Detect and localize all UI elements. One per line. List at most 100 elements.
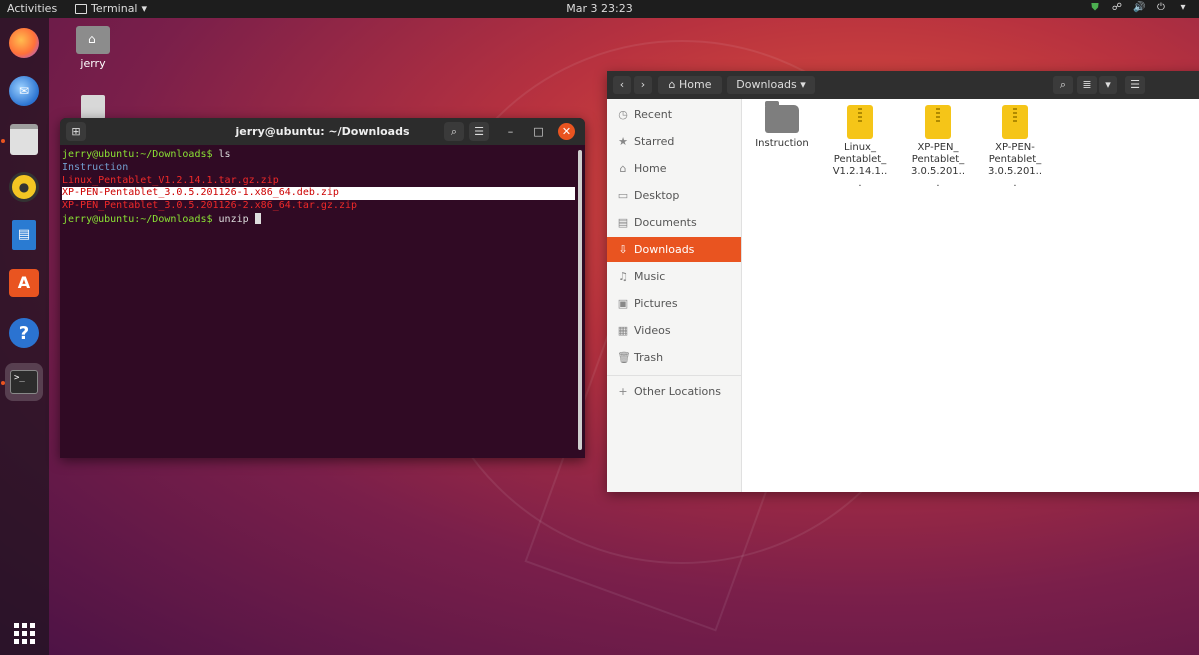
menu-button[interactable]: ☰	[1125, 76, 1145, 94]
sidebar-item-starred[interactable]: ★ Starred	[607, 129, 741, 154]
list-view-icon: ≣	[1082, 78, 1092, 91]
network-icon[interactable]: ☍	[1111, 2, 1123, 14]
sidebar-item-label: Starred	[634, 135, 675, 148]
sidebar-item-music[interactable]: ♫ Music	[607, 264, 741, 289]
plus-icon: +	[618, 385, 628, 398]
file-name: XP-PEN_ Pentablet_ 3.0.5.201...	[910, 142, 966, 189]
terminal-window[interactable]: ⊞ jerry@ubuntu: ~/Downloads ⌕ ☰ – □ ✕ je…	[60, 118, 585, 458]
downloads-icon: ⇩	[618, 243, 628, 256]
system-tray[interactable]: ⛊ ☍ 🔊 ⏻ ▾	[1089, 2, 1189, 14]
sidebar-item-label: Other Locations	[634, 385, 721, 398]
sidebar-item-label: Music	[634, 270, 666, 283]
terminal-scrollbar[interactable]	[578, 150, 582, 450]
path-current-button[interactable]: Downloads ▾	[727, 76, 815, 94]
sidebar-divider	[607, 375, 741, 376]
sidebar-item-downloads[interactable]: ⇩ Downloads	[607, 237, 741, 262]
sidebar-item-desktop[interactable]: ▭ Desktop	[607, 183, 741, 208]
dock-software[interactable]: A	[5, 264, 43, 302]
clock-icon: ◷	[618, 108, 628, 121]
view-options-button[interactable]: ▾	[1099, 76, 1117, 94]
sidebar-item-label: Pictures	[634, 297, 678, 310]
sidebar-item-pictures[interactable]: ▣ Pictures	[607, 291, 741, 316]
top-bar: Activities Terminal ▾ Mar 3 23:23 ⛊ ☍ 🔊 …	[0, 0, 1199, 18]
hamburger-icon: ☰	[474, 125, 484, 138]
file-item-xp-pen-tar[interactable]: XP-PEN- Pentablet_ 3.0.5.201...	[980, 105, 1050, 190]
terminal-line: Instruction	[62, 161, 129, 173]
file-item-instruction[interactable]: Instruction	[747, 101, 817, 150]
show-applications-button[interactable]	[5, 614, 43, 652]
terminal-cursor	[254, 212, 261, 224]
sidebar-item-trash[interactable]: 🗑 Trash	[607, 345, 741, 370]
desktop-trash[interactable]	[63, 95, 123, 119]
software-icon: A	[9, 269, 39, 297]
dock-thunderbird[interactable]: ✉	[5, 72, 43, 110]
sidebar-item-label: Documents	[634, 216, 697, 229]
terminal-selected-line[interactable]: XP-PEN-Pentablet_3.0.5.201126-1.x86_64.d…	[62, 187, 575, 201]
close-button[interactable]: ✕	[558, 123, 575, 140]
minimize-button[interactable]: –	[502, 123, 519, 140]
desktop-home-label: jerry	[80, 57, 106, 70]
trash-icon: 🗑	[617, 351, 631, 364]
star-icon: ★	[618, 135, 628, 148]
clock[interactable]: Mar 3 23:23	[0, 2, 1199, 15]
volume-icon[interactable]: 🔊	[1133, 2, 1145, 14]
file-name: Instruction	[755, 138, 809, 149]
caret-down-icon[interactable]: ▾	[1177, 2, 1189, 14]
dock-firefox[interactable]	[5, 24, 43, 62]
search-button[interactable]: ⌕	[444, 122, 464, 141]
power-icon[interactable]: ⏻	[1155, 2, 1167, 14]
files-icon	[10, 123, 38, 155]
terminal-titlebar[interactable]: ⊞ jerry@ubuntu: ~/Downloads ⌕ ☰ – □ ✕	[60, 118, 585, 145]
list-view-button[interactable]: ≣	[1077, 76, 1097, 94]
sidebar-item-label: Desktop	[634, 189, 680, 202]
caret-down-icon: ▾	[800, 78, 806, 91]
sidebar-item-label: Downloads	[634, 243, 695, 256]
sidebar-item-label: Videos	[634, 324, 671, 337]
terminal-prompt: jerry@ubuntu:~/Downloads$	[62, 213, 213, 225]
caret-down-icon: ▾	[1105, 78, 1111, 91]
dock-help[interactable]: ?	[5, 314, 43, 352]
files-headerbar[interactable]: ‹ › ⌂ Home Downloads ▾ ⌕ ≣ ▾ ☰	[607, 71, 1199, 99]
terminal-icon: >_	[10, 370, 38, 394]
sidebar-item-recent[interactable]: ◷ Recent	[607, 102, 741, 127]
search-button[interactable]: ⌕	[1053, 76, 1073, 94]
archive-icon	[1002, 105, 1028, 139]
file-name: XP-PEN- Pentablet_ 3.0.5.201...	[987, 142, 1043, 189]
sidebar-item-documents[interactable]: ▤ Documents	[607, 210, 741, 235]
trash-icon	[81, 95, 105, 119]
forward-button[interactable]: ›	[634, 76, 652, 94]
terminal-line: Linux_Pentablet_V1.2.14.1.tar.gz.zip	[62, 174, 279, 186]
search-icon: ⌕	[450, 125, 458, 138]
terminal-output[interactable]: jerry@ubuntu:~/Downloads$ ls Instruction…	[60, 145, 585, 453]
terminal-line: jerry@ubuntu:~/Downloads$ unzip	[62, 212, 583, 227]
documents-icon: ▤	[617, 216, 629, 229]
path-home-label: Home	[679, 78, 712, 91]
desktop-icon: ▭	[617, 189, 629, 202]
file-item-linux-pentablet[interactable]: Linux_ Pentablet_ V1.2.14.1...	[825, 105, 895, 190]
desktop-home-folder[interactable]: ⌂ jerry	[63, 26, 123, 70]
pictures-icon: ▣	[617, 297, 629, 310]
file-item-xp-pen-deb[interactable]: XP-PEN_ Pentablet_ 3.0.5.201...	[903, 105, 973, 190]
path-home-button[interactable]: ⌂ Home	[658, 76, 722, 94]
files-window[interactable]: ‹ › ⌂ Home Downloads ▾ ⌕ ≣ ▾ ☰ ◷ Recent ★…	[607, 71, 1199, 492]
shield-icon[interactable]: ⛊	[1089, 2, 1101, 14]
archive-icon	[925, 105, 951, 139]
home-icon: ⌂	[668, 78, 676, 91]
sidebar-item-other-locations[interactable]: + Other Locations	[607, 379, 741, 404]
sidebar-item-videos[interactable]: ▦ Videos	[607, 318, 741, 343]
dock-files[interactable]	[5, 120, 43, 158]
terminal-command: unzip	[212, 213, 255, 225]
files-sidebar: ◷ Recent ★ Starred ⌂ Home ▭ Desktop ▤ Documen…	[607, 99, 742, 492]
dock-terminal[interactable]: >_	[5, 363, 43, 401]
music-icon: ♫	[618, 270, 628, 283]
videos-icon: ▦	[617, 324, 629, 337]
dock-writer[interactable]: ▤	[5, 216, 43, 254]
maximize-button[interactable]: □	[530, 123, 547, 140]
sidebar-item-home[interactable]: ⌂ Home	[607, 156, 741, 181]
sidebar-item-label: Recent	[634, 108, 673, 121]
back-button[interactable]: ‹	[613, 76, 631, 94]
path-current-label: Downloads	[736, 78, 797, 91]
terminal-line: jerry@ubuntu:~/Downloads$ ls	[62, 149, 583, 162]
menu-button[interactable]: ☰	[469, 122, 489, 141]
dock-rhythmbox[interactable]: ●	[5, 168, 43, 206]
